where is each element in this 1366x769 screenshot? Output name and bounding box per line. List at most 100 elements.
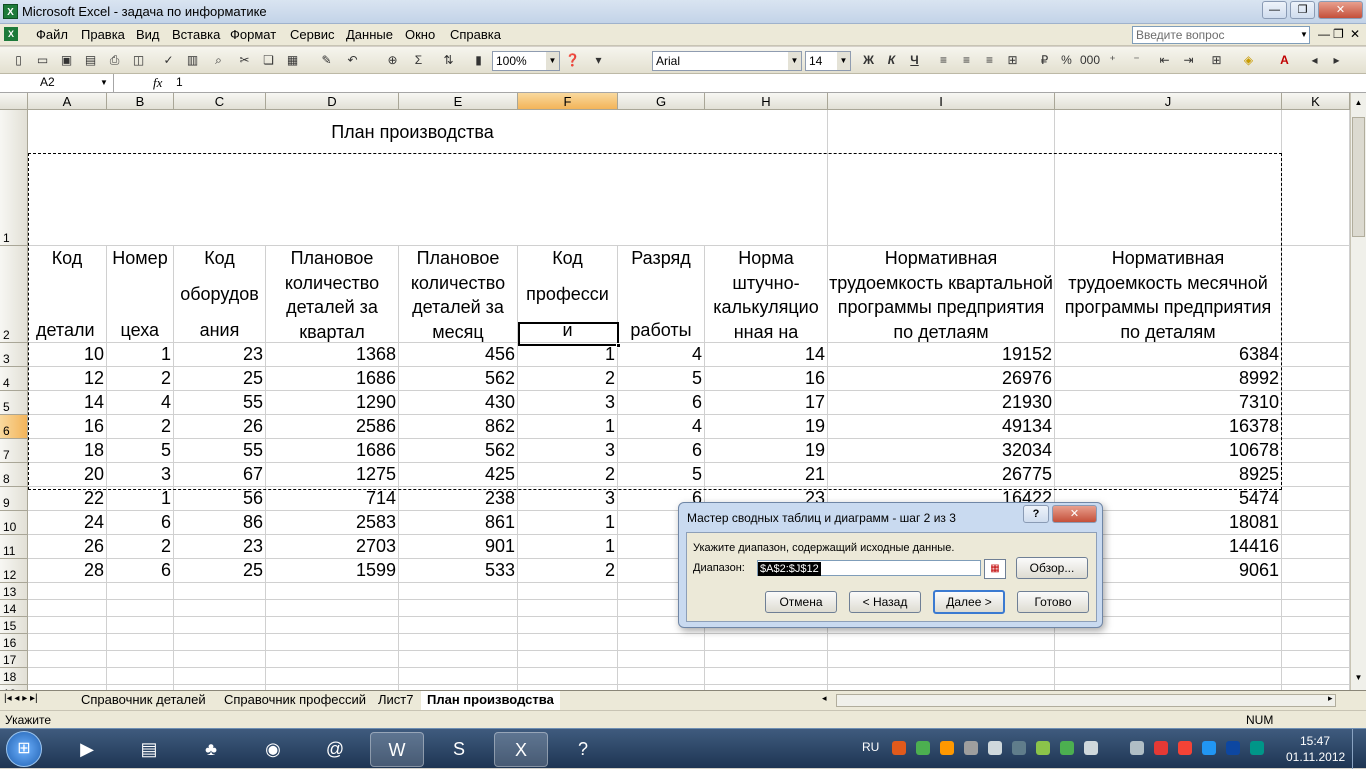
word-icon[interactable]: W (370, 732, 424, 767)
explorer-icon[interactable]: ▤ (122, 732, 176, 767)
data-cell[interactable]: 2703 (266, 535, 399, 559)
formula-value[interactable]: 1 (176, 75, 183, 89)
cell[interactable] (618, 634, 705, 651)
fill-handle[interactable] (616, 343, 621, 348)
cell[interactable] (1282, 535, 1350, 559)
media-player-icon[interactable]: ▶ (60, 732, 114, 767)
align-center-icon[interactable]: ≡ (958, 52, 975, 69)
mail-agent-icon[interactable]: @ (308, 732, 362, 767)
row-header[interactable]: 6 (0, 415, 28, 439)
start-button[interactable]: ⊞ (6, 731, 42, 767)
select-all-corner[interactable] (0, 93, 28, 110)
merge-center-icon[interactable]: ⊞ (1004, 52, 1021, 69)
language-indicator[interactable]: RU (862, 740, 879, 754)
currency-icon[interactable]: ₽ (1036, 52, 1053, 69)
cell[interactable] (174, 600, 266, 617)
save-icon[interactable]: ▣ (58, 52, 75, 69)
column-header[interactable]: H (705, 93, 828, 110)
cell[interactable] (266, 617, 399, 634)
paste-icon[interactable]: ▦ (284, 52, 301, 69)
open-icon[interactable]: ▭ (34, 52, 51, 69)
bold-button[interactable]: Ж (860, 52, 877, 69)
row-header[interactable]: 16 (0, 634, 28, 651)
data-cell[interactable]: 1 (518, 511, 618, 535)
cell[interactable] (107, 617, 174, 634)
cell[interactable] (1055, 634, 1282, 651)
cell[interactable] (1282, 367, 1350, 391)
data-cell[interactable]: 2583 (266, 511, 399, 535)
tray-app6-icon[interactable] (1060, 741, 1074, 755)
cell[interactable] (1282, 559, 1350, 583)
font-combo[interactable]: Arial ▼ (652, 51, 802, 71)
cell[interactable] (518, 583, 618, 600)
align-left-icon[interactable]: ≡ (935, 52, 952, 69)
percent-icon[interactable]: % (1058, 52, 1075, 69)
row-header[interactable]: 17 (0, 651, 28, 668)
tray-app12-icon[interactable] (1250, 741, 1264, 755)
tray-app4-icon[interactable] (964, 741, 978, 755)
cell[interactable] (28, 600, 107, 617)
minimize-button[interactable]: — (1262, 1, 1287, 19)
cell[interactable] (518, 634, 618, 651)
row-header[interactable]: 1 (0, 110, 28, 246)
align-right-icon[interactable]: ≡ (981, 52, 998, 69)
cell[interactable] (174, 617, 266, 634)
dec-decimal-icon[interactable]: ⁻ (1128, 52, 1145, 69)
workbook-icon[interactable]: X (4, 27, 18, 41)
cell[interactable] (399, 617, 518, 634)
cell[interactable] (399, 600, 518, 617)
column-header[interactable]: B (107, 93, 174, 110)
row-header[interactable]: 14 (0, 600, 28, 617)
cell[interactable] (174, 583, 266, 600)
tab-sheet7[interactable]: Лист7 (372, 691, 419, 710)
tab-production-plan[interactable]: План производства (421, 691, 560, 710)
spelling-icon[interactable]: ✓ (160, 52, 177, 69)
scroll-left-icon[interactable]: ◂ (822, 693, 827, 704)
ask-question-input[interactable]: Введите вопрос (1132, 26, 1310, 44)
inc-decimal-icon[interactable]: ⁺ (1104, 52, 1121, 69)
cell[interactable] (1282, 487, 1350, 511)
hyperlink-icon[interactable]: ⊕ (384, 52, 401, 69)
dialog-close-button[interactable]: ✕ (1052, 505, 1097, 523)
research-icon[interactable]: ▥ (184, 52, 201, 69)
data-cell[interactable]: 26 (28, 535, 107, 559)
cell[interactable] (518, 617, 618, 634)
clock-time[interactable]: 15:47 (1300, 734, 1330, 748)
cell[interactable] (174, 651, 266, 668)
scroll-down-icon[interactable]: ▼ (1352, 673, 1365, 686)
show-desktop-button[interactable] (1352, 729, 1366, 769)
cell[interactable] (618, 651, 705, 668)
underline-button[interactable]: Ч (906, 52, 923, 69)
scroll-right-icon[interactable]: ▸ (1328, 693, 1333, 704)
tray-app9-icon[interactable] (1178, 741, 1192, 755)
tray-app2-icon[interactable] (916, 741, 930, 755)
horizontal-scrollbar[interactable] (836, 694, 1336, 707)
cell[interactable] (174, 668, 266, 685)
font-size-combo[interactable]: 14 ▼ (805, 51, 851, 71)
cell[interactable] (1282, 668, 1350, 685)
data-cell[interactable]: 533 (399, 559, 518, 583)
row-header[interactable]: 11 (0, 535, 28, 559)
cell[interactable] (174, 634, 266, 651)
column-header[interactable]: F (518, 93, 618, 110)
format-painter-icon[interactable]: ✎ (318, 52, 335, 69)
cell[interactable] (28, 617, 107, 634)
autosum-icon[interactable]: Σ (410, 52, 427, 69)
cell[interactable] (1282, 617, 1350, 634)
help-center-icon[interactable]: ? (556, 732, 610, 767)
tray-app8-icon[interactable] (1154, 741, 1168, 755)
new-icon[interactable]: ▯ (10, 52, 27, 69)
font-color-icon[interactable]: A (1276, 52, 1293, 69)
data-cell[interactable]: 6 (107, 511, 174, 535)
cell[interactable] (266, 634, 399, 651)
cell[interactable] (828, 668, 1055, 685)
sheet-next-icon[interactable]: ▸ (1328, 52, 1345, 69)
tray-app1-icon[interactable] (892, 741, 906, 755)
scroll-up-icon[interactable]: ▲ (1352, 98, 1365, 111)
sheet-prev-icon[interactable]: ◂ (1306, 52, 1323, 69)
row-header[interactable]: 12 (0, 559, 28, 583)
data-cell[interactable]: 28 (28, 559, 107, 583)
data-cell[interactable]: 1599 (266, 559, 399, 583)
menu-view[interactable]: Вид (136, 27, 160, 42)
fx-icon[interactable]: fx (153, 75, 162, 91)
